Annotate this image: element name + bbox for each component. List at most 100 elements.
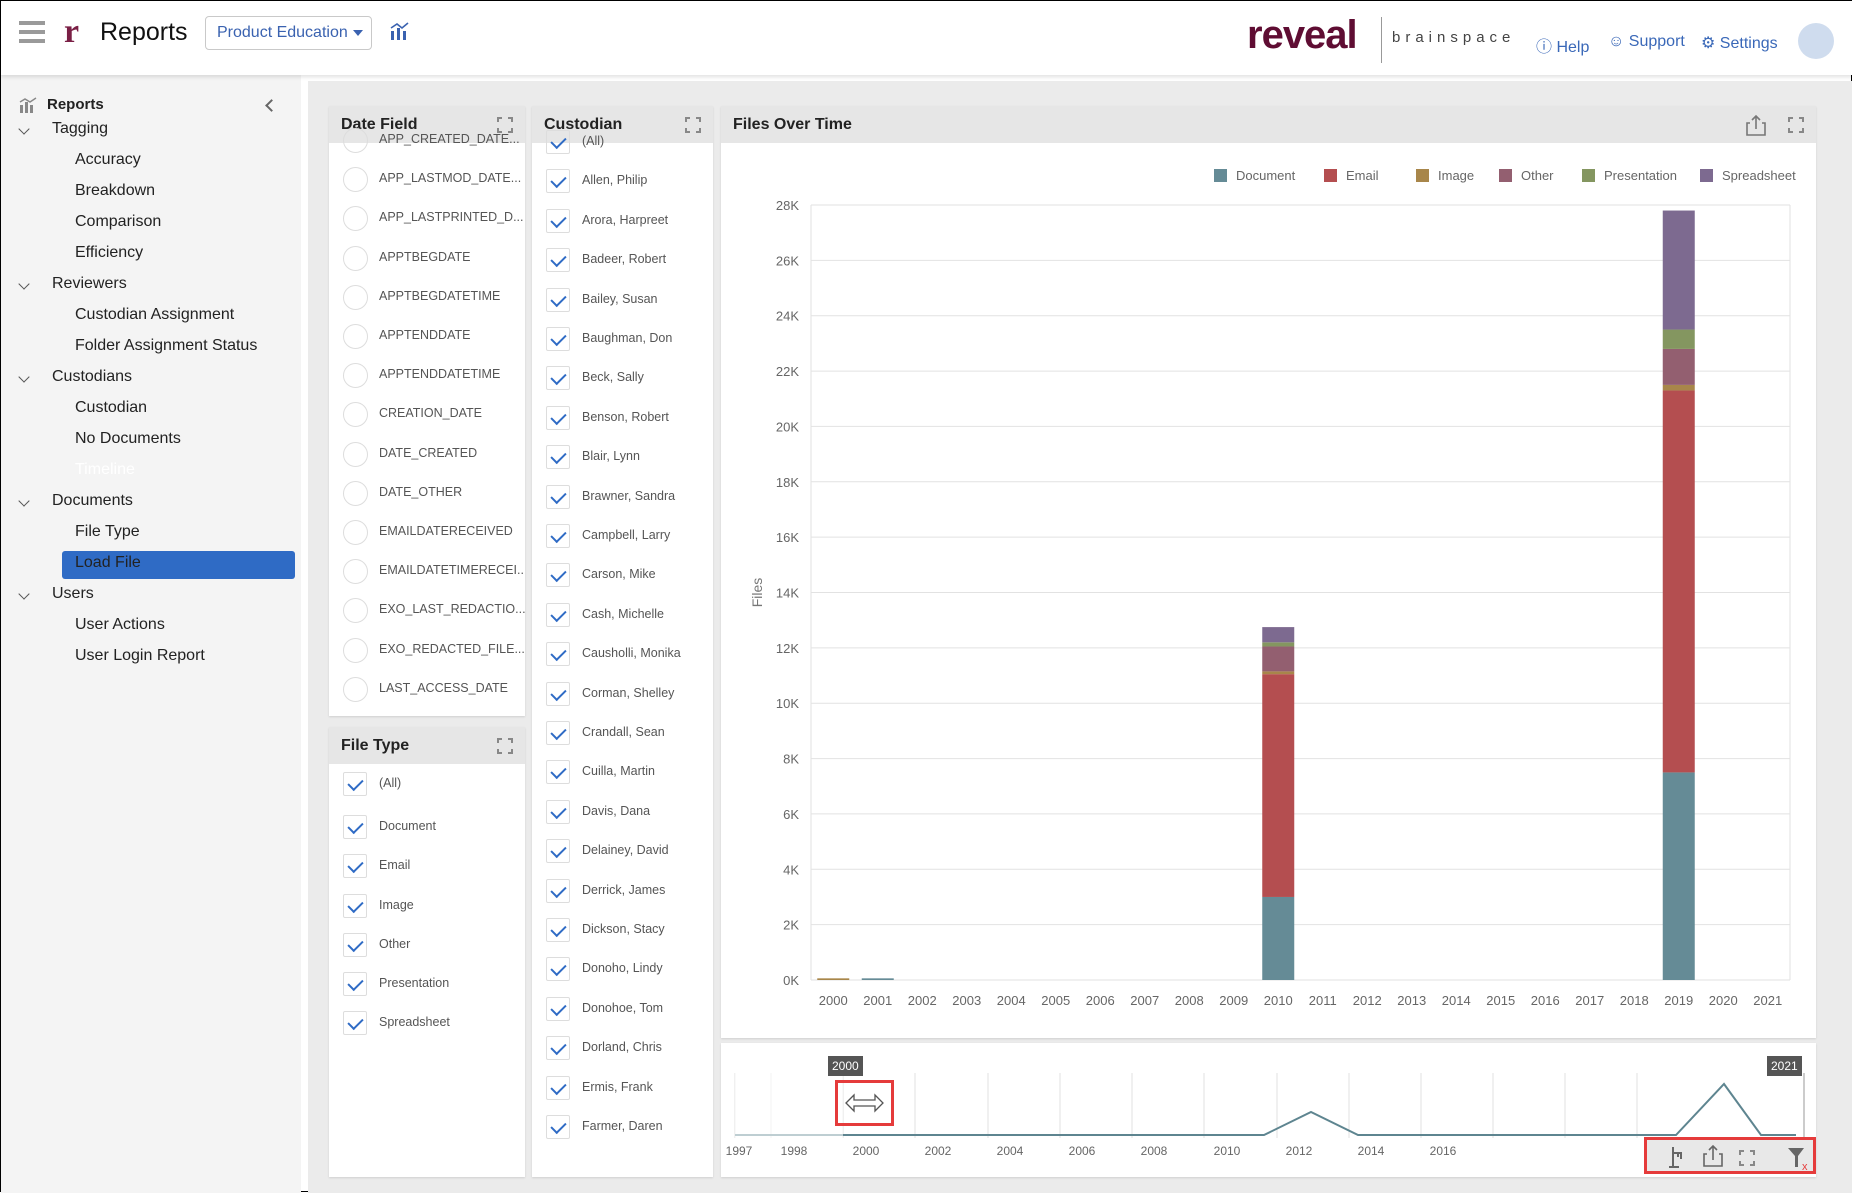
radio-button[interactable]: [343, 245, 368, 271]
date-field-option[interactable]: DATE_OTHER: [329, 480, 525, 511]
custodian-option[interactable]: Farmer, Daren: [532, 1115, 713, 1145]
custodian-option[interactable]: Carson, Mike: [532, 563, 713, 593]
checkbox-checked[interactable]: [546, 642, 570, 667]
sidebar-item-no-documents[interactable]: No Documents: [75, 430, 181, 448]
date-field-option[interactable]: APPTBEGDATE: [329, 245, 525, 276]
custodian-option[interactable]: Causholli, Monika: [532, 642, 713, 672]
drill-chart-icon[interactable]: [1667, 1145, 1689, 1169]
clear-filter-icon[interactable]: x: [1787, 1145, 1811, 1171]
checkbox-checked[interactable]: [546, 524, 570, 548]
checkbox-checked[interactable]: [546, 799, 570, 824]
bar-segment-email-2019[interactable]: [1662, 390, 1695, 773]
checkbox-checked[interactable]: [546, 445, 570, 470]
legend-item-image[interactable]: Image: [1416, 168, 1474, 183]
date-field-option[interactable]: APPTENDDATE: [329, 324, 525, 354]
custodian-option[interactable]: Cuilla, Martin: [532, 760, 713, 790]
date-field-option[interactable]: APP_LASTPRINTED_D...: [329, 206, 525, 236]
checkbox-checked[interactable]: [546, 878, 570, 903]
custodian-option[interactable]: Davis, Dana: [532, 799, 713, 830]
hamburger-menu-icon[interactable]: [19, 21, 45, 43]
range-drag-handle[interactable]: [835, 1080, 894, 1126]
legend-item-document[interactable]: Document: [1214, 168, 1295, 183]
checkbox-checked[interactable]: [546, 563, 570, 588]
checkbox-checked[interactable]: [546, 327, 570, 351]
checkbox-checked[interactable]: [546, 918, 570, 942]
custodian-option[interactable]: Beck, Sally: [532, 366, 713, 396]
bar-segment-email-2010[interactable]: [1262, 674, 1295, 897]
checkbox-checked[interactable]: [546, 957, 570, 982]
custodian-option[interactable]: Baughman, Don: [532, 327, 713, 357]
checkbox-checked[interactable]: [343, 854, 367, 878]
range-end-flag[interactable]: 2021: [1767, 1056, 1802, 1076]
checkbox-checked[interactable]: [546, 287, 570, 312]
sidebar-group-tagging[interactable]: Tagging: [52, 120, 108, 138]
radio-button[interactable]: [343, 480, 368, 506]
bar-segment-presentation-2019[interactable]: [1662, 329, 1695, 349]
date-field-option[interactable]: EMAILDATERECEIVED: [329, 520, 525, 550]
date-field-option[interactable]: APPTBEGDATETIME: [329, 284, 525, 315]
sidebar-group-documents[interactable]: Documents: [52, 492, 133, 510]
chevron-down-icon[interactable]: [18, 588, 30, 600]
sidebar-group-reviewers[interactable]: Reviewers: [52, 275, 127, 293]
date-field-option[interactable]: LAST_ACCESS_DATE: [329, 676, 525, 707]
sidebar-item-comparison[interactable]: Comparison: [75, 213, 161, 231]
radio-button[interactable]: [343, 402, 368, 428]
radio-button[interactable]: [343, 637, 368, 663]
custodian-option[interactable]: Donoho, Lindy: [532, 957, 713, 987]
custodian-option[interactable]: Badeer, Robert: [532, 248, 713, 278]
expand-icon[interactable]: [1788, 117, 1804, 133]
sidebar-item-accuracy[interactable]: Accuracy: [75, 151, 141, 169]
chevron-down-icon[interactable]: [18, 495, 30, 507]
custodian-option[interactable]: Benson, Robert: [532, 405, 713, 436]
sidebar-item-custodian[interactable]: Custodian: [75, 399, 147, 417]
checkbox-checked[interactable]: [546, 681, 570, 706]
file-type-option[interactable]: Presentation: [329, 972, 525, 1002]
date-field-option[interactable]: APP_CREATED_DATE...: [329, 128, 525, 158]
date-field-option[interactable]: APP_LASTMOD_DATE...: [329, 167, 525, 197]
checkbox-checked[interactable]: [546, 208, 570, 233]
radio-button[interactable]: [343, 324, 368, 349]
sidebar-item-user-actions[interactable]: User Actions: [75, 616, 165, 634]
reports-chart-icon[interactable]: [389, 21, 411, 41]
sidebar-group-users[interactable]: Users: [52, 585, 94, 603]
date-field-option[interactable]: EXO_REDACTED_FILE...: [329, 637, 525, 668]
bar-segment-spreadsheet-2010[interactable]: [1262, 627, 1295, 643]
share-export-icon[interactable]: [1703, 1144, 1723, 1168]
checkbox-checked[interactable]: [546, 721, 570, 745]
sidebar-item-timeline[interactable]: Timeline: [75, 461, 135, 479]
checkbox-checked[interactable]: [546, 760, 570, 785]
chevron-down-icon[interactable]: [18, 278, 30, 290]
radio-button[interactable]: [343, 441, 368, 467]
date-field-option[interactable]: CREATION_DATE: [329, 402, 525, 432]
custodian-option[interactable]: Cash, Michelle: [532, 602, 713, 633]
date-field-option[interactable]: EMAILDATETIMERECEI...: [329, 559, 525, 589]
custodian-option[interactable]: Corman, Shelley: [532, 681, 713, 712]
checkbox-checked[interactable]: [546, 996, 570, 1021]
checkbox-checked[interactable]: [343, 772, 367, 796]
checkbox-checked[interactable]: [343, 815, 367, 839]
file-type-option[interactable]: (All): [329, 772, 525, 802]
custodian-option[interactable]: Campbell, Larry: [532, 524, 713, 554]
checkbox-checked[interactable]: [546, 1036, 570, 1061]
checkbox-checked[interactable]: [546, 130, 570, 154]
radio-button[interactable]: [343, 598, 368, 624]
sidebar-group-custodians[interactable]: Custodians: [52, 368, 132, 386]
custodian-option[interactable]: Dickson, Stacy: [532, 918, 713, 948]
radio-button[interactable]: [343, 559, 368, 585]
custodian-option[interactable]: Delainey, David: [532, 839, 713, 869]
radio-button[interactable]: [343, 520, 368, 545]
checkbox-checked[interactable]: [546, 248, 570, 273]
support-link[interactable]: ☺ Support: [1608, 33, 1685, 51]
chevron-down-icon[interactable]: [18, 371, 30, 383]
bar-segment-other-2010[interactable]: [1262, 646, 1295, 672]
bar-segment-image-2000[interactable]: [817, 978, 850, 980]
chevron-down-icon[interactable]: [18, 123, 30, 135]
bar-segment-image-2019[interactable]: [1662, 384, 1695, 391]
sidebar-item-custodian-assignment[interactable]: Custodian Assignment: [75, 306, 234, 324]
checkbox-checked[interactable]: [546, 169, 570, 194]
custodian-option[interactable]: Dorland, Chris: [532, 1036, 713, 1066]
settings-link[interactable]: ⚙ Settings: [1701, 33, 1778, 53]
checkbox-checked[interactable]: [546, 366, 570, 391]
radio-button[interactable]: [343, 206, 368, 232]
custodian-option[interactable]: Crandall, Sean: [532, 721, 713, 751]
